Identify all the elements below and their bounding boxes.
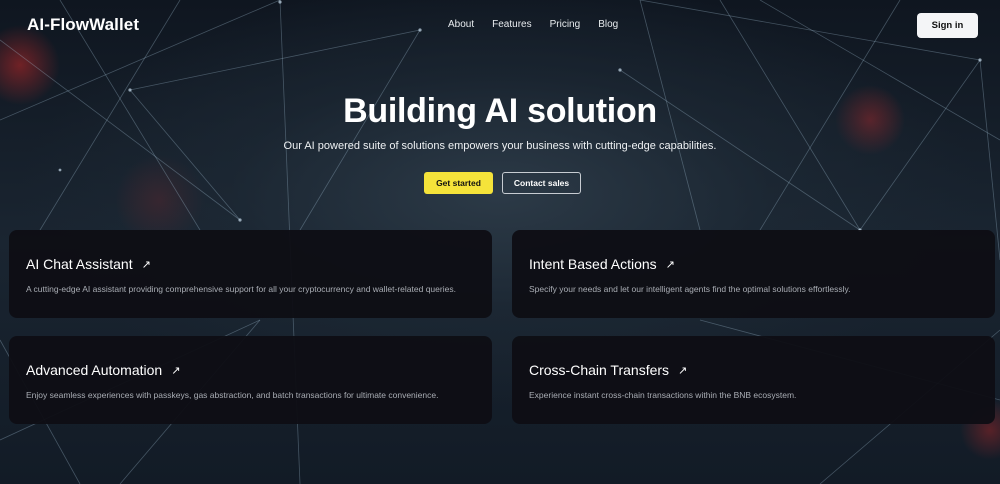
nav-link-features[interactable]: Features — [492, 19, 531, 30]
contact-sales-button[interactable]: Contact sales — [502, 172, 581, 194]
brand-logo[interactable]: AI-FlowWallet — [27, 15, 139, 35]
page-background: AI-FlowWallet About Features Pricing Blo… — [0, 0, 1000, 484]
card-title: AI Chat Assistant — [26, 256, 133, 272]
hero-title: Building AI solution — [343, 92, 657, 130]
card-description: Experience instant cross-chain transacti… — [529, 390, 797, 400]
arrow-up-right-icon: ↗ — [171, 364, 181, 377]
nav-link-pricing[interactable]: Pricing — [550, 19, 581, 30]
main-nav: About Features Pricing Blog — [448, 19, 636, 30]
card-title-row: Intent Based Actions ↗ — [529, 256, 978, 272]
card-title-row: Advanced Automation ↗ — [26, 362, 475, 378]
card-title-row: Cross-Chain Transfers ↗ — [529, 362, 978, 378]
feature-card-cross-chain[interactable]: Cross-Chain Transfers ↗ Experience insta… — [512, 336, 995, 424]
arrow-up-right-icon: ↗ — [678, 364, 688, 377]
card-title: Intent Based Actions — [529, 256, 657, 272]
hero-actions: Get started Contact sales — [424, 172, 581, 194]
card-description: Specify your needs and let our intellige… — [529, 284, 851, 294]
arrow-up-right-icon: ↗ — [665, 258, 675, 271]
feature-card-advanced-automation[interactable]: Advanced Automation ↗ Enjoy seamless exp… — [9, 336, 492, 424]
card-title-row: AI Chat Assistant ↗ — [26, 256, 475, 272]
get-started-button[interactable]: Get started — [424, 172, 493, 194]
feature-card-intent-actions[interactable]: Intent Based Actions ↗ Specify your need… — [512, 230, 995, 318]
sign-in-button[interactable]: Sign in — [917, 13, 978, 38]
feature-card-ai-chat[interactable]: AI Chat Assistant ↗ A cutting-edge AI as… — [9, 230, 492, 318]
card-description: Enjoy seamless experiences with passkeys… — [26, 390, 439, 400]
card-title: Advanced Automation — [26, 362, 163, 378]
nav-link-about[interactable]: About — [448, 19, 474, 30]
hero-subtitle: Our AI powered suite of solutions empowe… — [283, 140, 717, 152]
nav-link-blog[interactable]: Blog — [598, 19, 618, 30]
arrow-up-right-icon: ↗ — [141, 258, 151, 271]
card-description: A cutting-edge AI assistant providing co… — [26, 284, 456, 294]
card-title: Cross-Chain Transfers — [529, 362, 670, 378]
